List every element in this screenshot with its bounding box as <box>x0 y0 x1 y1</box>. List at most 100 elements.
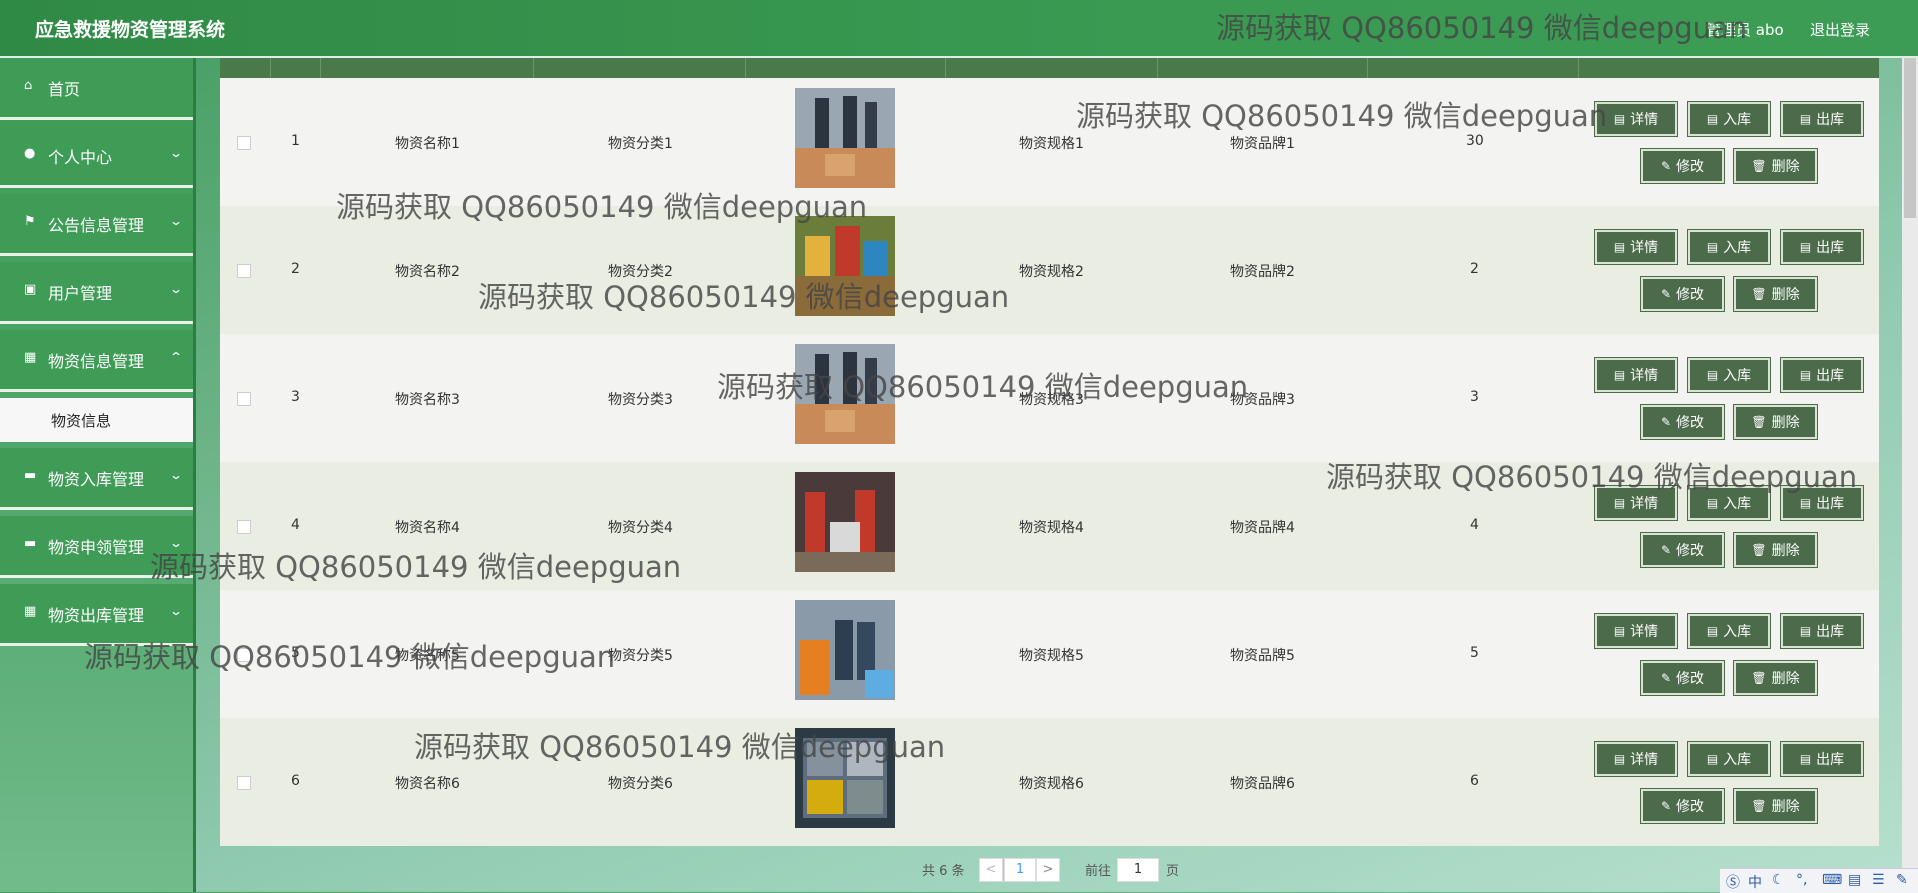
button-label: 详情 <box>1630 368 1659 384</box>
ime-toolbar[interactable]: Ⓢ 中 ☾ °, ⌨ ▤ ☰ ✎ <box>1720 868 1918 893</box>
material-quantity: 4 <box>1470 517 1479 533</box>
sidebar: ⌂ 首页 ● 个人中心 ⌄ ⚑ 公告信息管理 ⌄ ▣ 用户管理 ⌄ ▦ 物资信息… <box>0 58 196 892</box>
stock-out-button[interactable]: ▤ 出库 <box>1781 358 1863 392</box>
button-label: 详情 <box>1630 752 1659 768</box>
row-index: 3 <box>291 389 300 405</box>
material-image <box>795 88 895 188</box>
grid-icon: ▦ <box>24 350 37 365</box>
sidebar-item-home[interactable]: ⌂ 首页 <box>0 58 193 120</box>
button-label: 详情 <box>1630 624 1659 640</box>
delete-button[interactable]: 🗑 删除 <box>1734 789 1817 823</box>
goto-page-input[interactable]: 1 <box>1117 858 1159 882</box>
edit-button[interactable]: ✎ 修改 <box>1641 661 1724 695</box>
stock-out-button[interactable]: ▤ 出库 <box>1781 614 1863 648</box>
edit-button[interactable]: ✎ 修改 <box>1641 277 1724 311</box>
id-card-icon: ▣ <box>24 282 37 297</box>
button-label: 出库 <box>1816 112 1845 128</box>
stock-out-button[interactable]: ▤ 出库 <box>1781 742 1863 776</box>
stock-out-button[interactable]: ▤ 出库 <box>1781 102 1863 136</box>
button-label: 修改 <box>1676 799 1705 815</box>
delete-button[interactable]: 🗑 删除 <box>1734 661 1817 695</box>
material-category: 物资分类5 <box>608 648 673 664</box>
sidebar-item-personal[interactable]: ● 个人中心 ⌄ <box>0 126 193 188</box>
detail-button[interactable]: ▤ 详情 <box>1595 358 1677 392</box>
detail-button[interactable]: ▤ 详情 <box>1595 102 1677 136</box>
detail-button[interactable]: ▤ 详情 <box>1595 230 1677 264</box>
detail-button[interactable]: ▤ 详情 <box>1595 742 1677 776</box>
stock-in-button[interactable]: ▤ 入库 <box>1688 102 1770 136</box>
button-label: 修改 <box>1676 415 1705 431</box>
button-label: 修改 <box>1676 671 1705 687</box>
chevron-down-icon: ⌄ <box>168 468 184 482</box>
sidebar-item-stock-in[interactable]: ▬ 物资入库管理 ⌄ <box>0 448 193 510</box>
grid-icon: ▦ <box>24 604 37 619</box>
stock-in-button[interactable]: ▤ 入库 <box>1688 486 1770 520</box>
button-label: 出库 <box>1816 240 1845 256</box>
edit-icon: ✎ <box>1660 159 1672 173</box>
row-checkbox[interactable] <box>237 264 251 278</box>
sidebar-item-material-info[interactable]: ▦ 物资信息管理 ⌃ <box>0 330 193 392</box>
button-label: 出库 <box>1816 624 1845 640</box>
top-bar: 应急救援物资管理系统 管理员 abo 退出登录 <box>0 0 1918 58</box>
material-image <box>795 472 895 572</box>
sidebar-item-label: 用户管理 <box>48 284 113 303</box>
sidebar-item-notice[interactable]: ⚑ 公告信息管理 ⌄ <box>0 194 193 256</box>
detail-button[interactable]: ▤ 详情 <box>1595 614 1677 648</box>
material-name: 物资名称1 <box>395 136 460 152</box>
moon-icon: ☾ <box>1772 872 1785 888</box>
header-col-select <box>220 58 271 78</box>
row-checkbox[interactable] <box>237 136 251 150</box>
sidebar-subitem-material-info[interactable]: 物资信息 <box>0 398 193 442</box>
app-title: 应急救援物资管理系统 <box>35 19 226 41</box>
chevron-down-icon: ⌄ <box>168 536 184 550</box>
trash-icon: 🗑 <box>1751 415 1767 429</box>
stock-out-button[interactable]: ▤ 出库 <box>1781 486 1863 520</box>
edit-icon: ✎ <box>1660 799 1672 813</box>
stock-in-button[interactable]: ▤ 入库 <box>1688 230 1770 264</box>
row-checkbox[interactable] <box>237 520 251 534</box>
row-checkbox[interactable] <box>237 776 251 790</box>
sidebar-item-apply[interactable]: ▬ 物资申领管理 ⌄ <box>0 516 193 578</box>
chevron-up-icon: ⌃ <box>168 350 184 364</box>
scrollbar-thumb[interactable] <box>1904 58 1916 218</box>
trash-icon: 🗑 <box>1751 799 1767 813</box>
delete-button[interactable]: 🗑 删除 <box>1734 405 1817 439</box>
sidebar-item-stock-out[interactable]: ▦ 物资出库管理 ⌄ <box>0 584 193 646</box>
delete-button[interactable]: 🗑 删除 <box>1734 149 1817 183</box>
row-index: 2 <box>291 261 300 277</box>
delete-button[interactable]: 🗑 删除 <box>1734 277 1817 311</box>
next-page-button[interactable]: > <box>1036 858 1060 882</box>
prev-page-button[interactable]: < <box>979 858 1003 882</box>
current-page[interactable]: 1 <box>1004 858 1036 882</box>
edit-button[interactable]: ✎ 修改 <box>1641 789 1724 823</box>
stock-in-button[interactable]: ▤ 入库 <box>1688 358 1770 392</box>
chevron-down-icon: ⌄ <box>168 214 184 228</box>
trash-icon: 🗑 <box>1751 671 1767 685</box>
row-checkbox[interactable] <box>237 648 251 662</box>
row-index: 5 <box>291 645 300 661</box>
delete-button[interactable]: 🗑 删除 <box>1734 533 1817 567</box>
material-name: 物资名称4 <box>395 520 460 536</box>
edit-icon: ✎ <box>1660 671 1672 685</box>
edit-button[interactable]: ✎ 修改 <box>1641 533 1724 567</box>
button-label: 出库 <box>1816 368 1845 384</box>
stock-in-button[interactable]: ▤ 入库 <box>1688 742 1770 776</box>
sidebar-item-label: 物资出库管理 <box>48 606 145 625</box>
logout-link[interactable]: 退出登录 <box>1810 19 1870 40</box>
button-label: 入库 <box>1723 752 1752 768</box>
header-col-index <box>270 58 321 78</box>
material-name: 物资名称5 <box>395 648 460 664</box>
edit-button[interactable]: ✎ 修改 <box>1641 149 1724 183</box>
edit-button[interactable]: ✎ 修改 <box>1641 405 1724 439</box>
header-col-name <box>320 58 534 78</box>
document-icon: ▤ <box>1799 368 1812 382</box>
row-checkbox[interactable] <box>237 392 251 406</box>
stock-in-button[interactable]: ▤ 入库 <box>1688 614 1770 648</box>
button-label: 删除 <box>1771 287 1800 303</box>
detail-button[interactable]: ▤ 详情 <box>1595 486 1677 520</box>
document-icon: ▤ <box>1799 496 1812 510</box>
button-label: 修改 <box>1676 543 1705 559</box>
stock-out-button[interactable]: ▤ 出库 <box>1781 230 1863 264</box>
sidebar-item-users[interactable]: ▣ 用户管理 ⌄ <box>0 262 193 324</box>
button-label: 出库 <box>1816 496 1845 512</box>
